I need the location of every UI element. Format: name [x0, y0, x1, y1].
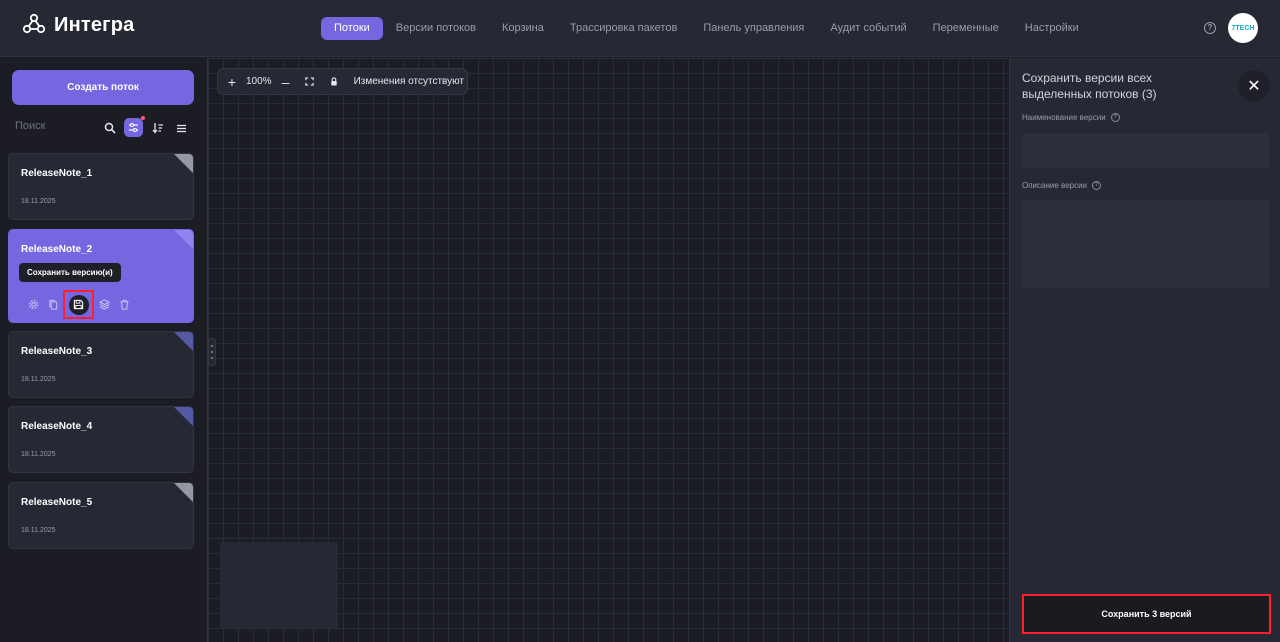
settings-icon[interactable] — [23, 295, 43, 315]
card-corner-marker — [174, 332, 193, 351]
sidebar-resize-handle[interactable] — [208, 338, 216, 366]
nav-item-flows[interactable]: Потоки — [321, 17, 383, 40]
nav-item-packet-tracing[interactable]: Трассировка пакетов — [557, 17, 690, 40]
flow-card[interactable]: ReleaseNote_1 18.11.2025 — [8, 153, 194, 220]
nav-item-variables[interactable]: Переменные — [920, 17, 1012, 40]
lock-icon[interactable] — [326, 74, 342, 90]
card-actions — [23, 290, 134, 319]
main-nav: Потоки Версии потоков Корзина Трассировк… — [321, 17, 1092, 40]
flow-card-date: 18.11.2025 — [21, 527, 56, 534]
nav-item-dashboard[interactable]: Панель управления — [690, 17, 817, 40]
flow-card[interactable]: ReleaseNote_5 18.11.2025 — [8, 482, 194, 549]
help-icon[interactable]: ? — [1110, 113, 1120, 122]
create-flow-button[interactable]: Создать поток — [12, 70, 194, 105]
layers-icon[interactable] — [94, 295, 114, 315]
zoom-level: 100% — [246, 76, 272, 87]
filter-active-dot — [141, 116, 145, 120]
canvas-minimap[interactable] — [220, 542, 338, 628]
save-versions-panel: Сохранить версии всех выделенных потоков… — [1009, 58, 1280, 642]
app-logo[interactable]: Интегра — [22, 13, 134, 37]
canvas-toolbar: + 100% – Изменения отсутствуют — [217, 68, 468, 95]
flow-card-title: ReleaseNote_5 — [21, 497, 93, 508]
avatar[interactable]: 7TECH — [1228, 13, 1258, 43]
save-version-tooltip: Сохранить версию(и) — [19, 263, 121, 282]
changes-status: Изменения отсутствуют — [353, 76, 464, 87]
flow-card-title: ReleaseNote_3 — [21, 346, 93, 357]
flow-card-title: ReleaseNote_2 — [21, 244, 93, 255]
save-versions-button[interactable]: Сохранить 3 версий — [1022, 594, 1271, 634]
trash-icon[interactable] — [114, 295, 134, 315]
panel-title: Сохранить версии всех выделенных потоков… — [1022, 71, 1157, 101]
flow-card[interactable]: ReleaseNote_3 18.11.2025 — [8, 331, 194, 398]
flows-sidebar: Создать поток ReleaseNote_1 18.11.2025 R… — [0, 58, 206, 642]
save-version-button[interactable] — [68, 294, 89, 315]
version-name-label-text: Наименование версии — [1022, 113, 1106, 122]
version-name-label: Наименование версии ? — [1022, 113, 1120, 122]
zoom-in-icon[interactable]: + — [224, 74, 240, 90]
description-label: Описание версии ? — [1022, 181, 1102, 190]
flow-card-date: 18.11.2025 — [21, 376, 56, 383]
description-field[interactable] — [1022, 200, 1269, 288]
flow-card[interactable]: ReleaseNote_4 18.11.2025 — [8, 406, 194, 473]
search-row — [12, 116, 194, 138]
top-header: Интегра Потоки Версии потоков Корзина Тр… — [0, 0, 1280, 57]
logo-icon — [22, 13, 46, 34]
save-version-highlight — [63, 290, 94, 319]
nav-item-event-audit[interactable]: Аудит событий — [817, 17, 919, 40]
description-label-text: Описание версии — [1022, 181, 1088, 190]
flow-card-date: 18.11.2025 — [21, 198, 56, 205]
close-icon[interactable]: ✕ — [1238, 70, 1270, 102]
floppy-icon — [73, 299, 84, 310]
fit-view-icon[interactable] — [302, 74, 318, 90]
sort-icon[interactable] — [150, 120, 166, 136]
search-icon[interactable] — [102, 120, 118, 136]
card-corner-marker — [174, 483, 193, 502]
flow-card-title: ReleaseNote_1 — [21, 168, 93, 179]
flow-canvas[interactable]: + 100% – Изменения отсутствуют — [207, 58, 1008, 642]
card-corner-marker — [174, 230, 193, 249]
help-icon[interactable]: ? — [1204, 22, 1216, 34]
flow-card-date: 18.11.2025 — [21, 451, 56, 458]
version-name-field[interactable] — [1022, 133, 1269, 168]
card-corner-marker — [174, 154, 193, 173]
search-input[interactable] — [15, 120, 95, 132]
card-corner-marker — [174, 407, 193, 426]
flow-card-title: ReleaseNote_4 — [21, 421, 93, 432]
nav-item-trash[interactable]: Корзина — [489, 17, 557, 40]
app-name: Интегра — [54, 13, 135, 36]
zoom-out-icon[interactable]: – — [278, 74, 294, 90]
menu-icon[interactable] — [173, 120, 189, 136]
nav-item-settings[interactable]: Настройки — [1012, 17, 1092, 40]
copy-icon[interactable] — [43, 295, 63, 315]
nav-item-flow-versions[interactable]: Версии потоков — [383, 17, 489, 40]
flow-card-selected[interactable]: ReleaseNote_2 Сохранить версию(и) — [8, 229, 194, 323]
filter-icon[interactable] — [124, 116, 145, 137]
avatar-text: 7TECH — [1231, 24, 1255, 32]
help-icon[interactable]: ? — [1092, 181, 1102, 190]
